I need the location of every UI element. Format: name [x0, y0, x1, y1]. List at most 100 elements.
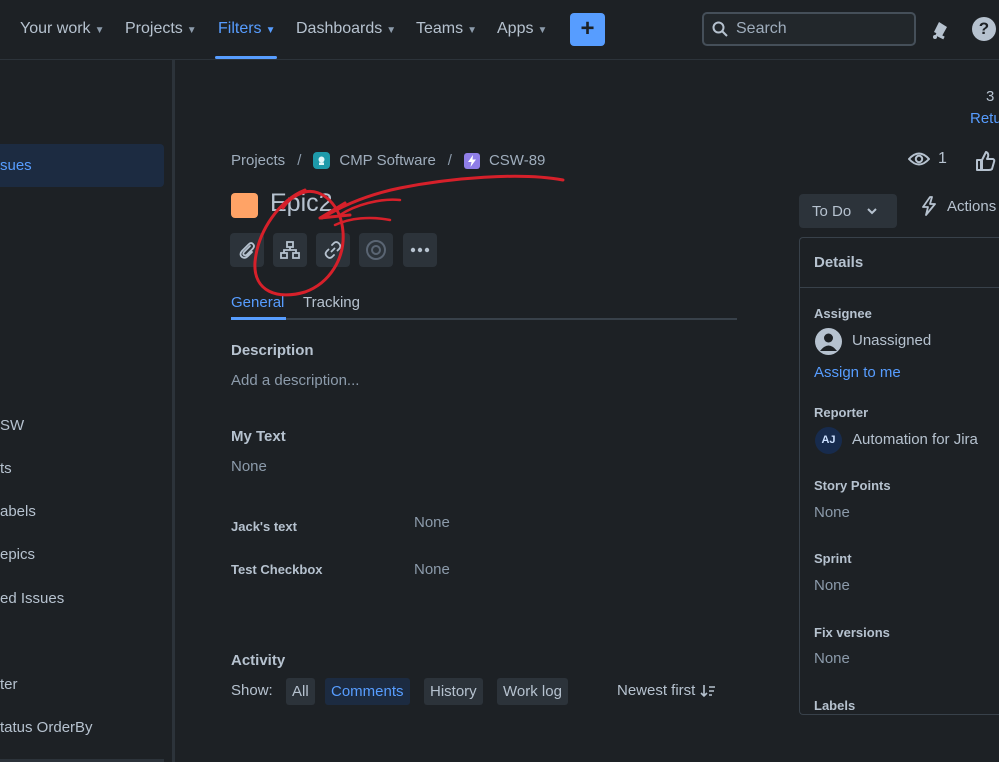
top-navigation: Your work ▼ Projects ▼ Filters ▼ Dashboards… [0, 0, 999, 60]
more-icon [410, 247, 430, 253]
child-issues-icon [280, 241, 300, 259]
sidebar-item-status-orderby[interactable]: tatus OrderBy [0, 719, 93, 736]
search-box[interactable] [702, 12, 916, 46]
create-button[interactable]: + [570, 13, 605, 46]
nav-label: Apps [497, 20, 534, 37]
show-label: Show: [231, 682, 273, 699]
reporter-value[interactable]: Automation for Jira [852, 431, 978, 448]
notification-bell-icon[interactable] [930, 18, 952, 40]
nav-filters[interactable]: Filters ▼ [218, 20, 275, 38]
filter-work-log[interactable]: Work log [497, 678, 568, 705]
chevron-down-icon: ▼ [94, 24, 105, 36]
sort-label: Newest first [617, 682, 696, 699]
watcher-count: 1 [938, 150, 947, 167]
chevron-down-icon: ▼ [186, 24, 197, 36]
search-icon [712, 21, 728, 37]
story-points-value[interactable]: None [814, 504, 850, 521]
sidebar-item-issues-2[interactable]: ed Issues [0, 590, 64, 607]
chevron-down-icon: ▼ [467, 24, 478, 36]
sidebar-item-ts[interactable]: ts [0, 460, 12, 477]
sidebar-item-epics[interactable]: epics [0, 546, 35, 563]
nav-dashboards[interactable]: Dashboards ▼ [296, 20, 396, 38]
chevron-down-icon: ▼ [386, 24, 397, 36]
nav-your-work[interactable]: Your work ▼ [20, 20, 104, 38]
project-avatar-icon [313, 152, 331, 169]
attach-button[interactable] [230, 233, 264, 267]
details-title: Details [814, 254, 864, 271]
story-points-label: Story Points [814, 478, 891, 493]
actions-button[interactable]: Actions [920, 196, 996, 216]
jacks-text-value[interactable]: None [414, 514, 450, 531]
target-button[interactable] [359, 233, 393, 267]
tab-general[interactable]: General [231, 294, 284, 311]
sidebar-resize-handle[interactable] [172, 60, 175, 762]
assignee-label: Assignee [814, 306, 872, 321]
sidebar-item-filter[interactable]: ter [0, 676, 18, 693]
epic-lightning-icon [463, 152, 480, 169]
assignee-value[interactable]: Unassigned [852, 332, 931, 349]
unassigned-avatar-icon [815, 328, 842, 355]
test-checkbox-label: Test Checkbox [231, 562, 323, 577]
nav-label: Dashboards [296, 20, 383, 37]
reporter-label: Reporter [814, 405, 869, 420]
labels-label: Labels [814, 698, 856, 713]
tab-tracking[interactable]: Tracking [303, 294, 360, 311]
tab-active-underline [231, 317, 286, 320]
chevron-down-icon: ▼ [537, 24, 548, 36]
child-issues-button[interactable] [273, 233, 307, 267]
jacks-text-label: Jack's text [231, 519, 297, 534]
more-button[interactable] [403, 233, 437, 267]
return-link[interactable]: Retu [970, 110, 999, 127]
sidebar-item-labels[interactable]: abels [0, 503, 36, 520]
link-icon [324, 241, 342, 259]
nav-teams[interactable]: Teams ▼ [416, 20, 477, 38]
nav-label: Filters [218, 20, 262, 37]
sprint-label: Sprint [814, 551, 852, 566]
watch-button[interactable]: 1 [908, 150, 947, 168]
sprint-value[interactable]: None [814, 577, 850, 594]
activity-title: Activity [231, 652, 286, 669]
thumbs-up-icon[interactable] [974, 150, 996, 172]
nav-label: Teams [416, 20, 464, 37]
description-label: Description [231, 342, 314, 359]
test-checkbox-value[interactable]: None [414, 561, 450, 578]
nav-apps[interactable]: Apps ▼ [497, 20, 547, 38]
my-text-value[interactable]: None [231, 458, 267, 475]
breadcrumb-separator: / [447, 152, 452, 169]
breadcrumb-separator: / [297, 152, 302, 169]
chevron-down-icon: ▼ [265, 24, 276, 36]
help-icon[interactable]: ? [972, 17, 996, 41]
filter-history[interactable]: History [424, 678, 483, 705]
nav-projects[interactable]: Projects ▼ [125, 20, 197, 38]
page-counter: 3 [986, 88, 995, 105]
breadcrumb-projects[interactable]: Projects [231, 152, 285, 169]
actions-label: Actions [947, 197, 997, 215]
my-text-label: My Text [231, 428, 286, 445]
reporter-avatar: AJ [815, 427, 842, 454]
eye-icon [908, 152, 930, 166]
paperclip-icon [239, 242, 255, 259]
breadcrumb-project[interactable]: CMP Software [339, 152, 435, 169]
target-icon [366, 240, 386, 260]
sort-icon [700, 684, 716, 697]
issue-title[interactable]: Epic2 [270, 189, 333, 218]
assign-to-me-link[interactable]: Assign to me [814, 364, 901, 381]
sort-newest-first[interactable]: Newest first [617, 682, 716, 699]
nav-label: Projects [125, 20, 183, 37]
search-input[interactable] [736, 20, 896, 38]
tab-divider [231, 318, 737, 320]
sidebar-item-csw[interactable]: SW [0, 417, 24, 434]
issue-type-swatch [231, 193, 258, 218]
status-dropdown[interactable]: To Do [799, 194, 897, 228]
fix-versions-label: Fix versions [814, 625, 890, 640]
breadcrumb-issue-key[interactable]: CSW-89 [489, 152, 545, 169]
sidebar-item-issues[interactable]: sues [0, 157, 32, 174]
description-field[interactable]: Add a description... [231, 372, 359, 389]
nav-label: Your work [20, 20, 91, 37]
nav-active-underline [215, 56, 277, 59]
link-issue-button[interactable] [316, 233, 350, 267]
filter-all[interactable]: All [286, 678, 315, 705]
fix-versions-value[interactable]: None [814, 650, 850, 667]
chevron-down-icon [867, 207, 877, 214]
filter-comments[interactable]: Comments [325, 678, 410, 705]
